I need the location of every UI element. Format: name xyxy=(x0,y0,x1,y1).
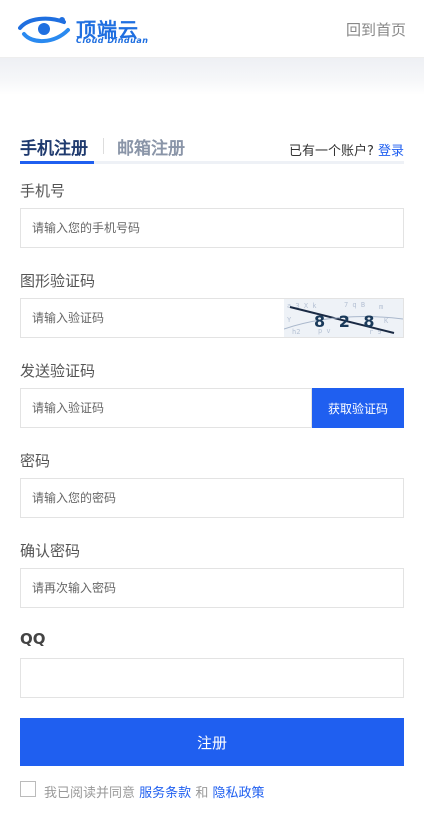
tab-email-register[interactable]: 邮箱注册 xyxy=(117,134,185,159)
qq-label: QQ xyxy=(20,630,46,648)
svg-text:h2: h2 xyxy=(292,328,300,336)
phone-input[interactable] xyxy=(20,208,404,248)
password-input[interactable] xyxy=(20,478,404,518)
tab-divider xyxy=(103,138,104,154)
logo-mark-icon xyxy=(18,16,70,43)
logo[interactable]: 顶端云 Cloud Dinduan xyxy=(18,12,158,46)
captcha-graphic: a 3 X k7 q Bm h2 p vr 9 KY 8 2 8 xyxy=(284,299,403,337)
have-account-label: 已有一个账户? xyxy=(288,144,374,159)
confirm-password-input[interactable] xyxy=(20,568,404,608)
captcha-label: 图形验证码 xyxy=(20,272,96,290)
svg-text:m: m xyxy=(379,303,383,311)
top-bar: 顶端云 Cloud Dinduan 回到首页 xyxy=(0,0,424,58)
get-sms-code-button[interactable]: 获取验证码 xyxy=(312,388,404,428)
svg-text:7 q B: 7 q B xyxy=(344,301,365,309)
privacy-link[interactable]: 隐私政策 xyxy=(212,786,264,801)
logo-subtext: Cloud Dinduan xyxy=(76,36,149,45)
register-button[interactable]: 注册 xyxy=(20,718,404,766)
register-tabs: 手机注册 邮箱注册 已有一个账户? 登录 xyxy=(20,134,404,164)
sms-code-label: 发送验证码 xyxy=(20,362,96,380)
have-account-text: 已有一个账户? 登录 xyxy=(289,140,404,159)
login-link[interactable]: 登录 xyxy=(378,144,404,159)
agreement-text: 我已阅读并同意 服务条款 和 隐私政策 xyxy=(44,782,264,801)
agreement-and: 和 xyxy=(195,786,209,801)
tab-phone-register[interactable]: 手机注册 xyxy=(20,134,94,164)
confirm-password-label: 确认密码 xyxy=(20,542,81,560)
banner xyxy=(0,58,424,95)
captcha-text: 8 2 8 xyxy=(314,312,379,331)
agreement-checkbox[interactable] xyxy=(20,781,36,797)
phone-label: 手机号 xyxy=(20,182,66,200)
qq-input[interactable] xyxy=(20,658,404,698)
password-label: 密码 xyxy=(20,452,51,470)
home-link[interactable]: 回到首页 xyxy=(346,19,406,40)
sms-code-input[interactable] xyxy=(20,388,312,428)
captcha-image[interactable]: a 3 X k7 q Bm h2 p vr 9 KY 8 2 8 xyxy=(284,299,403,337)
agreement-prefix: 我已阅读并同意 xyxy=(44,786,136,801)
terms-link[interactable]: 服务条款 xyxy=(139,786,191,801)
svg-text:a 3 X k: a 3 X k xyxy=(287,302,317,310)
